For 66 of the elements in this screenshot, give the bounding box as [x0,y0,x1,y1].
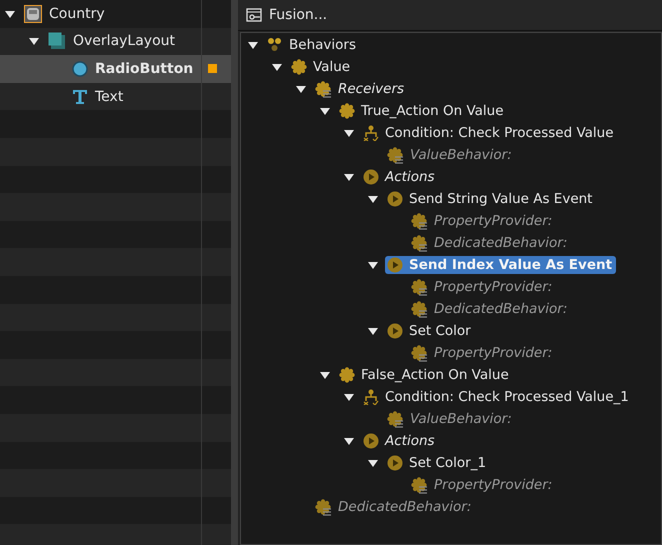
play-icon [387,455,403,471]
gear-list-icon [315,80,332,98]
tree-item[interactable]: ValueBehavior: [385,410,516,428]
tree-item[interactable]: DedicatedBehavior: [409,300,572,318]
collapse-arrow-icon[interactable] [343,391,355,403]
tree-item[interactable]: False_Action On Value [337,366,513,384]
collapse-arrow-icon[interactable] [343,127,355,139]
collapse-arrow-icon[interactable] [367,193,379,205]
collapse-arrow-icon[interactable] [343,171,355,183]
window-icon [24,4,42,23]
hierarchy-item[interactable]: Text [72,88,124,105]
collapse-arrow-icon[interactable] [295,83,307,95]
gear-list-icon [387,146,404,164]
gear-list-icon [411,300,428,318]
tree-item[interactable]: Send Index Value As Event [385,256,616,274]
tree-item[interactable]: Actions [361,432,439,450]
branch-icon [363,125,379,141]
tree-item[interactable]: Send String Value As Event [385,190,596,208]
gear-list-icon [411,344,428,362]
tree-item[interactable]: Set Color [385,322,475,340]
tree-item[interactable]: Value [289,58,354,76]
collapse-arrow-icon[interactable] [28,35,40,48]
collapse-arrow-icon[interactable] [247,39,259,51]
gear-icon [339,367,355,383]
play-icon [363,169,379,185]
gear-list-icon [411,212,428,230]
gear-list-icon [411,476,428,494]
tree-item[interactable]: DedicatedBehavior: [313,498,476,516]
dots-icon [267,37,283,53]
play-icon [363,433,379,449]
tree-item[interactable]: DedicatedBehavior: [409,234,572,252]
tree-item[interactable]: Set Color_1 [385,454,490,472]
gear-list-icon [411,278,428,296]
gear-icon [291,59,307,75]
panel-title: Fusion... [269,7,328,23]
collapse-arrow-icon[interactable] [367,259,379,271]
tree-item[interactable]: PropertyProvider: [409,344,556,362]
tree-item[interactable]: PropertyProvider: [409,212,556,230]
collapse-arrow-icon[interactable] [319,105,331,117]
panel-icon [246,7,262,23]
tree-item[interactable]: PropertyProvider: [409,278,556,296]
gear-list-icon [387,410,404,428]
collapse-arrow-icon[interactable] [319,369,331,381]
tree-item[interactable]: Receivers [313,80,408,98]
play-icon [387,323,403,339]
text-type-icon [72,88,88,105]
tree-item[interactable]: ValueBehavior: [385,146,516,164]
gear-list-icon [411,234,428,252]
tree-item[interactable]: PropertyProvider: [409,476,556,494]
collapse-arrow-icon[interactable] [271,61,283,73]
gear-icon [339,103,355,119]
collapse-arrow-icon[interactable] [367,457,379,469]
play-icon [387,191,403,207]
layers-icon [48,32,66,50]
tree-item[interactable]: True_Action On Value [337,102,508,120]
tree-item[interactable]: Actions [361,168,439,186]
tree-item[interactable]: Behaviors [265,36,360,54]
collapse-arrow-icon[interactable] [367,325,379,337]
gear-list-icon [315,498,332,516]
branch-icon [363,389,379,405]
tree-item[interactable]: Condition: Check Processed Value [361,124,618,142]
hierarchy-item[interactable]: Country [24,4,105,23]
play-icon [387,257,403,273]
collapse-arrow-icon[interactable] [343,435,355,447]
circle-icon [72,60,88,77]
tree-item[interactable]: Condition: Check Processed Value_1 [361,388,633,406]
